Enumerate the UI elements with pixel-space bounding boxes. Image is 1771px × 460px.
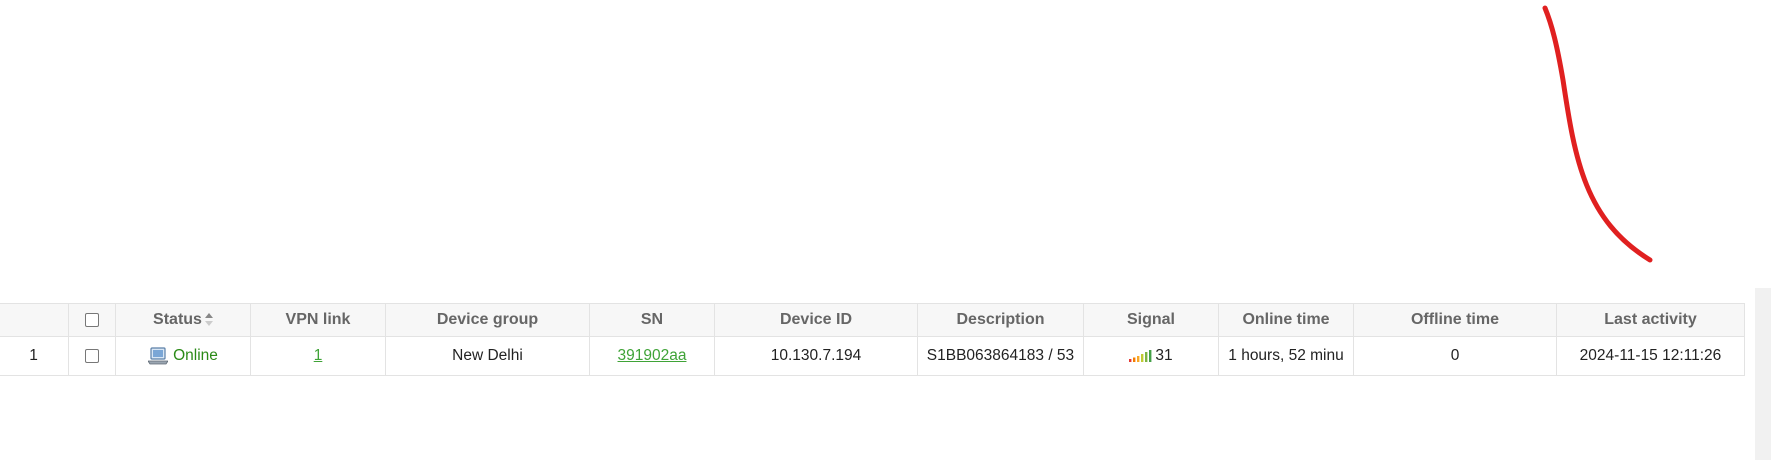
row-select-cell bbox=[68, 336, 116, 376]
column-header-device-id[interactable]: Device ID bbox=[714, 303, 918, 337]
select-all-checkbox[interactable] bbox=[85, 312, 99, 327]
offline-time-cell: 0 bbox=[1353, 336, 1557, 376]
vpn-link[interactable]: 1 bbox=[314, 347, 323, 364]
annotation-arrow bbox=[1542, 5, 1653, 263]
sn-link[interactable]: 391902aa bbox=[618, 347, 687, 364]
column-header-vpn-link[interactable]: VPN link bbox=[250, 303, 386, 337]
column-header-online-time[interactable]: Online time bbox=[1218, 303, 1354, 337]
column-header-device-group[interactable]: Device group bbox=[385, 303, 590, 337]
status-cell: Online bbox=[115, 336, 251, 376]
online-time-cell: 1 hours, 52 minu bbox=[1218, 336, 1354, 376]
laptop-icon bbox=[148, 347, 169, 365]
status-header-label: Status bbox=[153, 311, 202, 328]
description-cell: S1BB063864183 / 53 bbox=[917, 336, 1084, 376]
column-header-last-activity[interactable]: Last activity bbox=[1556, 303, 1745, 337]
row-index: 1 bbox=[0, 336, 69, 376]
vpn-link-cell: 1 bbox=[250, 336, 386, 376]
column-header-offline-time[interactable]: Offline time bbox=[1353, 303, 1557, 337]
column-header-status[interactable]: Status bbox=[115, 303, 251, 337]
signal-value: 31 bbox=[1155, 347, 1173, 364]
vertical-scrollbar[interactable] bbox=[1755, 288, 1771, 460]
device-id-cell: 10.130.7.194 bbox=[714, 336, 918, 376]
column-header-select-all bbox=[68, 303, 116, 337]
signal-bars-icon bbox=[1129, 349, 1152, 362]
column-header-description[interactable]: Description bbox=[917, 303, 1084, 337]
table-row[interactable]: 1 Online 1 New Delhi 391902aa 10.130.7.1… bbox=[0, 336, 1745, 376]
last-activity-cell: 2024-11-15 12:11:26 bbox=[1556, 336, 1745, 376]
table-header-row: Status VPN link Device group SN Device I… bbox=[0, 303, 1745, 337]
sort-icon[interactable] bbox=[204, 312, 213, 327]
signal-cell: 31 bbox=[1083, 336, 1219, 376]
sn-cell: 391902aa bbox=[589, 336, 715, 376]
row-checkbox[interactable] bbox=[85, 348, 99, 363]
device-group-cell: New Delhi bbox=[385, 336, 590, 376]
column-header-signal[interactable]: Signal bbox=[1083, 303, 1219, 337]
column-header-sn[interactable]: SN bbox=[589, 303, 715, 337]
device-table: Status VPN link Device group SN Device I… bbox=[0, 303, 1745, 376]
status-text: Online bbox=[173, 347, 218, 365]
column-header-index bbox=[0, 303, 69, 337]
